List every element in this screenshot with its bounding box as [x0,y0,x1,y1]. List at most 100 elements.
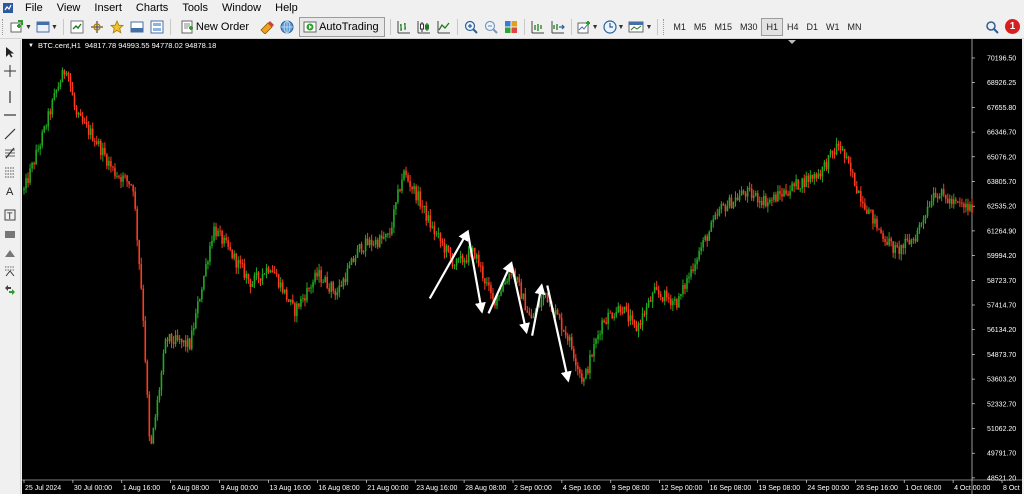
templates-button[interactable]: ▼ [628,18,652,36]
market-watch-button[interactable] [69,18,85,36]
terminal-button[interactable] [129,18,145,36]
timeframe-m30[interactable]: M30 [736,19,762,35]
candle-body [831,150,834,153]
timeframe-w1[interactable]: W1 [822,19,844,35]
candle-body [322,282,324,283]
menu-charts[interactable]: Charts [129,0,175,16]
price-chart[interactable]: 70196.50 68926.25 67655.80 66346.70 65076.20… [22,39,1022,494]
horizontal-line-tool[interactable] [3,108,17,122]
cursor-tool[interactable] [3,45,17,59]
trendline-tool[interactable] [3,127,17,141]
dropdown-arrow-icon: ▼ [645,23,653,31]
candle-body [122,175,124,182]
candle-body [554,309,557,315]
candle-body [825,161,828,170]
profiles-button[interactable]: ▼ [36,18,58,36]
price-tick-label: 57414.70 [987,303,1016,310]
timeframe-h1[interactable]: H1 [761,18,783,36]
search-icon[interactable] [985,20,999,34]
toolbar-grip[interactable] [663,19,667,35]
community-button[interactable] [279,18,295,36]
autotrading-icon [303,21,317,33]
candle-body [635,324,638,332]
new-chart-button[interactable]: ▼ [10,18,32,36]
candle-body [940,189,943,197]
channels-tool[interactable] [3,165,17,179]
candle-body [566,335,569,341]
menu-help[interactable]: Help [268,0,305,16]
data-window-button[interactable] [89,18,105,36]
chart-shift-marker-icon[interactable] [788,40,796,44]
crosshair-tool[interactable] [3,64,17,78]
annotation-arrow[interactable] [428,229,469,300]
menu-file[interactable]: File [18,0,50,16]
candle-body [890,238,892,242]
periods-button[interactable]: ▼ [602,18,624,36]
candle-body [39,145,41,150]
chart-canvas[interactable]: 70196.50 68926.25 67655.80 66346.70 65076.20… [22,39,1022,494]
pitchfork-icon [5,266,15,277]
text-tool[interactable]: A [3,183,17,197]
indicators-icon [577,21,590,34]
candle-body [787,194,789,196]
timeframe-d1[interactable]: D1 [803,19,823,35]
bar-chart-button[interactable] [396,18,412,36]
auto-scroll-button[interactable] [550,18,566,36]
new-order-button[interactable]: New Order [176,17,255,37]
annotation-arrow[interactable] [531,283,546,336]
candle-body [510,274,512,275]
price-tick-label: 56134.20 [987,327,1016,334]
timeframe-m1[interactable]: M1 [669,19,690,35]
zoom-in-button[interactable] [463,18,479,36]
candlestick-chart-button[interactable] [416,18,432,36]
candle-body [427,215,430,221]
toolbar-separator [570,19,572,35]
candle-body [429,215,432,228]
annotation-arrow[interactable] [510,262,530,335]
pitchfork-tool[interactable] [3,264,17,278]
tile-windows-button[interactable] [503,18,519,36]
candle-body [724,205,727,212]
metaeditor-button[interactable] [259,18,275,36]
candle-body [957,201,959,203]
candle-body [639,323,642,325]
menu-insert[interactable]: Insert [87,0,129,16]
candle-body [136,208,138,241]
annotation-arrow[interactable] [487,261,513,314]
line-chart-button[interactable] [436,18,452,36]
strategy-tester-button[interactable] [149,18,165,36]
candle-body [480,265,482,267]
menu-view[interactable]: View [50,0,88,16]
arrows-tool[interactable] [3,283,17,297]
fibonacci-tool[interactable] [3,146,17,160]
chart-menu-arrow-icon[interactable]: ▼ [28,43,34,49]
indicators-button[interactable]: ▼ [577,18,599,36]
candle-body [866,209,868,214]
candle-body [346,268,349,283]
notification-badge[interactable]: 1 [1005,19,1020,34]
triangle-tool[interactable] [3,246,17,260]
timeframe-mn[interactable]: MN [844,19,866,35]
annotation-arrow[interactable] [466,231,486,314]
candle-body [955,199,957,202]
menu-tools[interactable]: Tools [175,0,215,16]
navigator-button[interactable] [109,18,125,36]
new-order-label: New Order [195,21,250,33]
candle-body [160,372,163,390]
chart-symbol: BTC.cent,H1 [37,41,81,50]
toolbar-grip[interactable] [2,19,6,35]
timeframe-h4[interactable]: H4 [783,19,803,35]
menu-window[interactable]: Window [215,0,268,16]
timeframe-m15[interactable]: M15 [710,19,736,35]
autotrading-button[interactable]: AutoTrading [299,17,385,37]
candle-body [192,328,195,331]
zoom-out-button[interactable] [483,18,499,36]
vertical-line-tool[interactable] [3,90,17,104]
text-label-tool[interactable]: T [3,208,17,222]
dropdown-arrow-icon: ▼ [591,23,599,31]
chart-shift-button[interactable] [530,18,546,36]
timeframe-m5[interactable]: M5 [690,19,711,35]
rectangle-tool[interactable] [3,227,17,241]
candle-body [231,249,233,259]
candle-body [686,278,688,289]
